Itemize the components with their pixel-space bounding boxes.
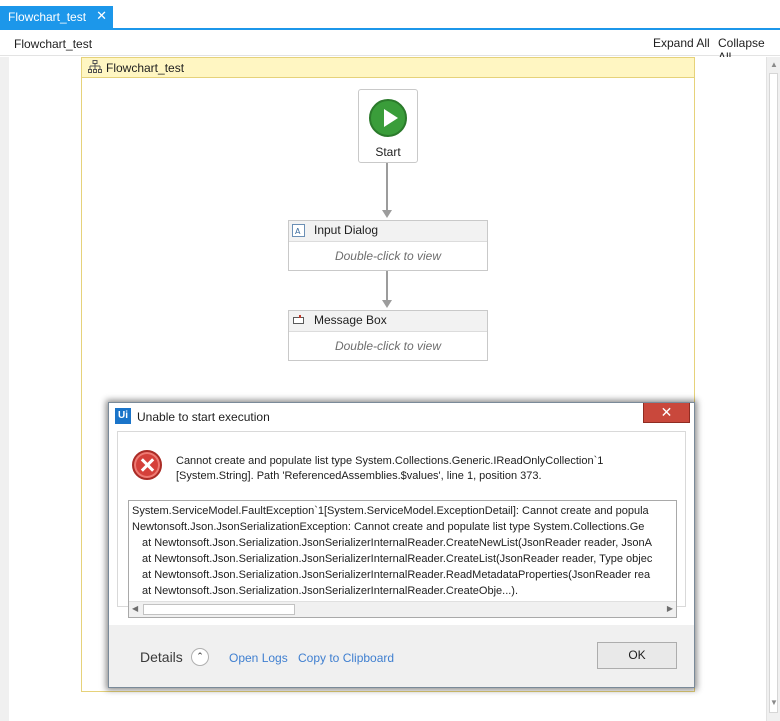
arrow-down-icon [382, 210, 392, 218]
details-line: at Newtonsoft.Json.Serialization.JsonSer… [142, 569, 651, 581]
ok-button[interactable]: OK [597, 642, 677, 669]
details-line: at Newtonsoft.Json.Serialization.JsonSer… [142, 553, 653, 565]
activity-header: A Input Dialog [289, 221, 487, 242]
message-box-icon [293, 315, 304, 324]
scroll-right-icon[interactable]: ▶ [667, 604, 673, 613]
dialog-title-bar[interactable]: Ui Unable to start execution ✕ [109, 403, 694, 431]
breadcrumb[interactable]: Flowchart_test [14, 37, 92, 51]
open-logs-link[interactable]: Open Logs [229, 651, 288, 665]
scrollbar-thumb[interactable] [769, 73, 778, 713]
start-label: Start [375, 145, 401, 159]
dialog-content: Cannot create and populate list type Sys… [117, 431, 686, 618]
activity-title: Message Box [314, 313, 387, 327]
horizontal-scrollbar[interactable]: ◀ ▶ [129, 601, 676, 617]
activity-title: Input Dialog [314, 223, 379, 237]
close-icon[interactable]: ✕ [643, 403, 690, 423]
flowchart-title-bar[interactable]: Flowchart_test [82, 58, 694, 78]
details-line: System.ServiceModel.FaultException`1[Sys… [132, 505, 649, 517]
dialog-title: Unable to start execution [137, 410, 270, 424]
error-message: Cannot create and populate list type Sys… [176, 454, 676, 484]
details-textbox[interactable]: System.ServiceModel.FaultException`1[Sys… [128, 500, 677, 618]
error-dialog: Ui Unable to start execution ✕ Cannot cr… [108, 402, 695, 688]
chevron-up-icon[interactable]: ⌃ [191, 648, 209, 666]
input-dialog-icon: A [292, 224, 305, 237]
expand-all-button[interactable]: Expand All [653, 36, 710, 50]
play-icon [369, 99, 407, 137]
activity-hint: Double-click to view [334, 339, 442, 353]
details-line: Newtonsoft.Json.JsonSerializationExcepti… [132, 521, 645, 533]
activity-header: Message Box [289, 311, 487, 332]
scroll-up-icon[interactable]: ▲ [770, 60, 778, 69]
error-icon [132, 450, 162, 480]
flowchart-icon [88, 60, 102, 73]
svg-text:A: A [295, 227, 301, 236]
flowchart-title: Flowchart_test [106, 61, 185, 75]
error-message-line: Cannot create and populate list type Sys… [176, 455, 604, 467]
document-tab-strip: Flowchart_test ✕ [0, 0, 780, 30]
designer-header: Flowchart_test Expand All Collapse All [0, 32, 780, 64]
activity-input-dialog[interactable]: A Input Dialog Double-click to view [288, 220, 488, 271]
details-label: Details [140, 649, 183, 665]
activity-hint: Double-click to view [334, 249, 442, 263]
canvas-left-margin [0, 57, 9, 721]
activity-message-box[interactable]: Message Box Double-click to view [288, 310, 488, 361]
start-node[interactable]: Start [358, 89, 418, 163]
details-line: at Newtonsoft.Json.Serialization.JsonSer… [142, 537, 652, 549]
scroll-left-icon[interactable]: ◀ [132, 604, 138, 613]
tab-flowchart-test[interactable]: Flowchart_test ✕ [0, 6, 113, 28]
error-message-line: [System.String]. Path 'ReferencedAssembl… [176, 470, 542, 482]
scroll-down-icon[interactable]: ▼ [770, 698, 778, 707]
tab-label: Flowchart_test [8, 10, 87, 24]
arrow-down-icon [382, 300, 392, 308]
copy-to-clipboard-link[interactable]: Copy to Clipboard [298, 651, 394, 665]
details-line: at Newtonsoft.Json.Serialization.JsonSer… [142, 585, 519, 597]
dialog-footer: Details ⌃ Open Logs Copy to Clipboard OK [109, 625, 694, 687]
connector-input-to-message [386, 271, 388, 301]
connector-start-to-input [386, 163, 388, 211]
scrollbar-thumb[interactable] [143, 604, 295, 615]
details-text: System.ServiceModel.FaultException`1[Sys… [132, 503, 676, 599]
uipath-app-icon: Ui [115, 408, 131, 424]
vertical-scrollbar[interactable]: ▲ ▼ [766, 57, 780, 721]
tab-close-icon[interactable]: ✕ [96, 9, 107, 23]
